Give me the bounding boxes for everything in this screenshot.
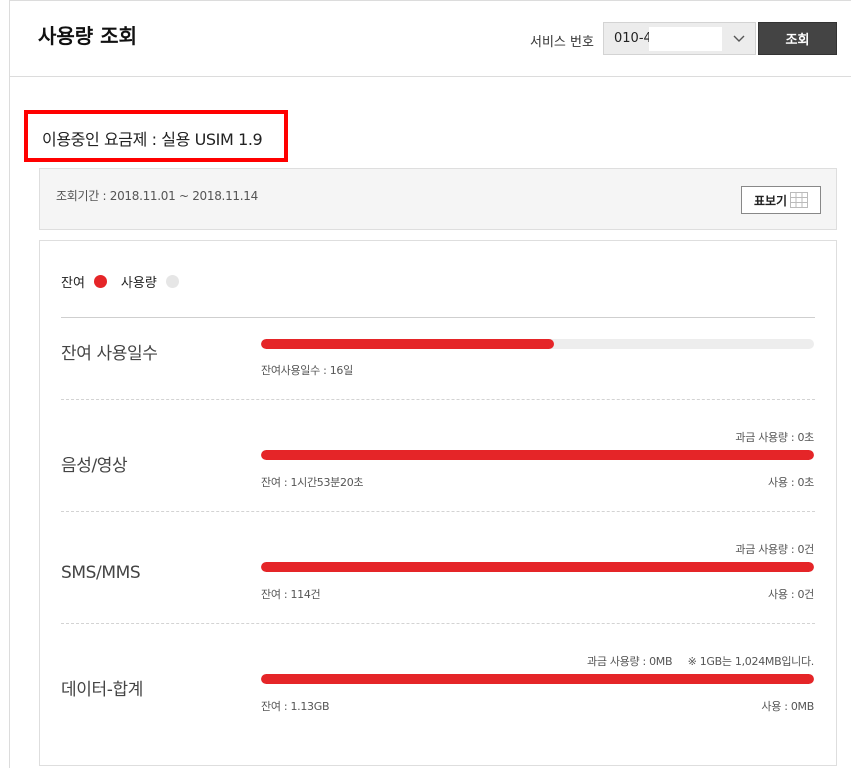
period-text: 조회기간 : 2018.11.01 ~ 2018.11.14 <box>56 189 258 203</box>
remaining-note: 잔여사용일수 : 16일 <box>261 364 353 377</box>
remaining-note: 잔여 : 1시간53분20초 <box>261 476 364 489</box>
usage-bar-remaining <box>261 339 555 349</box>
row-divider <box>61 511 815 512</box>
remaining-note: 잔여 : 1.13GB <box>261 700 330 713</box>
legend-used-label: 사용량 <box>120 276 157 291</box>
usage-row-days: 잔여 사용일수 잔여사용일수 : 16일 <box>61 337 816 397</box>
legend-remaining-dot <box>93 275 107 288</box>
used-note: 사용 : 0초 <box>768 476 814 489</box>
used-note: 사용 : 0MB <box>761 700 814 713</box>
row-divider <box>61 399 815 400</box>
usage-bar <box>261 674 814 684</box>
header-divider <box>9 76 851 77</box>
billing-usage-note: 과금 사용량 : 0MB <box>587 655 673 668</box>
remaining-note: 잔여 : 114건 <box>261 588 321 601</box>
service-number-value: 010-4 <box>614 31 652 46</box>
legend-divider <box>61 317 815 318</box>
current-plan-highlight: 이용중인 요금제 : 실용 USIM 1.9 <box>24 110 288 162</box>
row-label: 잔여 사용일수 <box>61 344 158 364</box>
table-view-label: 표보기 <box>753 193 788 208</box>
masked-number-area <box>649 27 722 51</box>
usage-bar-remaining <box>261 674 814 684</box>
service-number-select[interactable]: 010-4 <box>603 22 756 55</box>
query-button[interactable]: 조회 <box>758 22 837 55</box>
table-grid-icon <box>790 192 809 208</box>
usage-panel: 잔여 사용량 잔여 사용일수 잔여사용일수 : 16일 과금 사용량 : 0초 … <box>39 240 837 766</box>
usage-bar <box>261 450 814 460</box>
usage-row-data: 과금 사용량 : 0MB ※ 1GB는 1,024MB입니다. 데이터-합계 잔… <box>61 651 816 721</box>
row-label: SMS/MMS <box>61 563 141 583</box>
usage-row-sms: 과금 사용량 : 0건 SMS/MMS 잔여 : 114건 사용 : 0건 <box>61 539 816 609</box>
usage-row-voice: 과금 사용량 : 0초 음성/영상 잔여 : 1시간53분20초 사용 : 0초 <box>61 427 816 497</box>
legend-remaining-label: 잔여 <box>61 276 85 291</box>
usage-bar <box>261 562 814 572</box>
service-number-label: 서비스 번호 <box>530 35 594 50</box>
table-view-button[interactable]: 표보기 <box>741 186 821 214</box>
billing-usage-note: 과금 사용량 : 0건 <box>735 543 814 556</box>
row-label: 데이터-합계 <box>61 680 143 700</box>
usage-bar-remaining <box>261 450 814 460</box>
current-plan-text: 이용중인 요금제 : 실용 USIM 1.9 <box>42 130 263 149</box>
row-divider <box>61 623 815 624</box>
row-label: 음성/영상 <box>61 456 128 476</box>
used-note: 사용 : 0건 <box>768 588 814 601</box>
data-unit-note: ※ 1GB는 1,024MB입니다. <box>687 655 815 668</box>
billing-usage-note: 과금 사용량 : 0초 <box>735 431 814 444</box>
legend-used-dot <box>165 275 179 288</box>
chevron-down-icon <box>733 35 745 42</box>
period-panel: 조회기간 : 2018.11.01 ~ 2018.11.14 표보기 <box>39 168 837 230</box>
legend: 잔여 사용량 <box>61 272 193 291</box>
page-title: 사용량 조회 <box>38 24 137 48</box>
usage-bar <box>261 339 814 349</box>
usage-bar-remaining <box>261 562 814 572</box>
